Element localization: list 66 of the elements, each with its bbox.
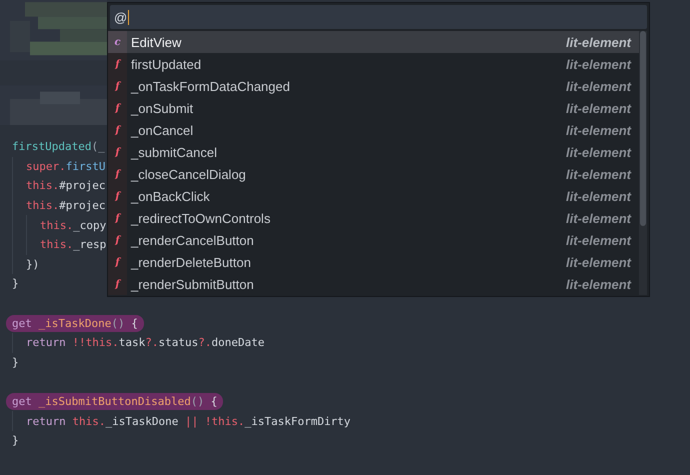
code-line: }) xyxy=(26,258,40,271)
symbol-name: _redirectToOwnControls xyxy=(131,210,272,226)
symbol-name: _onSubmit xyxy=(131,100,194,116)
symbol-name: _submitCancel xyxy=(131,144,218,160)
code-line: } xyxy=(12,434,19,448)
highlighted-code-line: get _isSubmitButtonDisabled() { xyxy=(6,393,224,410)
symbol-kind-icon: f xyxy=(108,97,127,119)
symbol-source: lit-element xyxy=(566,188,631,204)
symbol-source: lit-element xyxy=(566,166,631,182)
symbol-item[interactable]: f _submitCancel lit-element xyxy=(108,141,639,163)
symbol-name: _onCancel xyxy=(131,122,194,138)
symbol-item[interactable]: f _renderSubmitButton lit-element xyxy=(108,273,639,295)
symbol-source: lit-element xyxy=(566,56,631,72)
search-field[interactable]: @ xyxy=(110,5,647,29)
symbol-kind-icon: f xyxy=(108,229,127,251)
symbol-source: lit-element xyxy=(566,232,631,248)
symbol-kind-icon: f xyxy=(108,119,127,141)
code-line: this._resp xyxy=(40,238,106,252)
symbol-name: _renderCancelButton xyxy=(131,232,255,248)
text-cursor xyxy=(128,10,130,24)
code-line: } xyxy=(12,356,19,369)
symbol-item[interactable]: f _onSubmit lit-element xyxy=(108,97,639,119)
symbol-item[interactable]: f _redirectToOwnControls lit-element xyxy=(108,207,639,229)
code-line: this._copy xyxy=(40,218,106,232)
symbol-name: _onTaskFormDataChanged xyxy=(131,78,291,94)
symbol-source: lit-element xyxy=(566,34,631,50)
symbol-item[interactable]: f _renderCancelButton lit-element xyxy=(108,229,639,251)
symbol-kind-icon: c xyxy=(108,31,127,53)
code-line: return this._isTaskDone || !this._isTaskFormDirty xyxy=(26,414,351,428)
symbol-kind-icon: f xyxy=(108,273,127,295)
symbol-item[interactable]: f _onBackClick lit-element xyxy=(108,185,639,207)
symbol-item[interactable]: f _renderDeleteButton lit-element xyxy=(108,251,639,273)
symbol-kind-icon: f xyxy=(108,75,127,97)
symbol-name: _renderDeleteButton xyxy=(131,254,252,270)
symbol-name: _renderSubmitButton xyxy=(131,276,255,292)
symbol-source: lit-element xyxy=(566,100,631,116)
scrollbar[interactable] xyxy=(639,31,647,295)
symbol-kind-icon: f xyxy=(108,207,127,229)
code-line: } xyxy=(12,277,19,290)
symbol-kind-icon: f xyxy=(108,251,127,273)
symbol-item[interactable]: c EditView lit-element xyxy=(108,31,639,53)
symbol-name: _onBackClick xyxy=(131,188,211,204)
code-line: return !!this.task?.status?.doneDate xyxy=(26,336,264,350)
code-line: this.#projec xyxy=(26,199,106,212)
symbol-source: lit-element xyxy=(566,122,631,138)
symbol-source: lit-element xyxy=(566,276,631,292)
code-line: firstUpdated(_ xyxy=(12,140,105,154)
symbol-name: firstUpdated xyxy=(131,56,202,72)
symbol-item[interactable]: f _onTaskFormDataChanged lit-element xyxy=(108,75,639,97)
symbol-kind-icon: f xyxy=(108,53,127,75)
symbol-item[interactable]: f firstUpdated lit-element xyxy=(108,53,639,75)
symbol-item[interactable]: f _onCancel lit-element xyxy=(108,119,639,141)
symbol-kind-icon: f xyxy=(108,185,127,207)
highlighted-code-line: get _isTaskDone() { xyxy=(6,314,144,332)
symbol-kind-icon: f xyxy=(108,163,127,185)
code-line: this.#projec xyxy=(26,179,106,192)
symbol-source: lit-element xyxy=(566,78,631,94)
symbol-name: EditView xyxy=(131,34,182,50)
symbol-item[interactable]: f _closeCancelDialog lit-element xyxy=(108,163,639,185)
symbol-name: _closeCancelDialog xyxy=(131,166,247,182)
symbol-source: lit-element xyxy=(566,144,631,160)
symbol-source: lit-element xyxy=(566,210,631,226)
symbol-kind-icon: f xyxy=(108,141,127,163)
scrollbar-thumb[interactable] xyxy=(640,31,646,226)
symbol-source: lit-element xyxy=(566,254,631,270)
code-line: super.firstU xyxy=(26,160,106,173)
